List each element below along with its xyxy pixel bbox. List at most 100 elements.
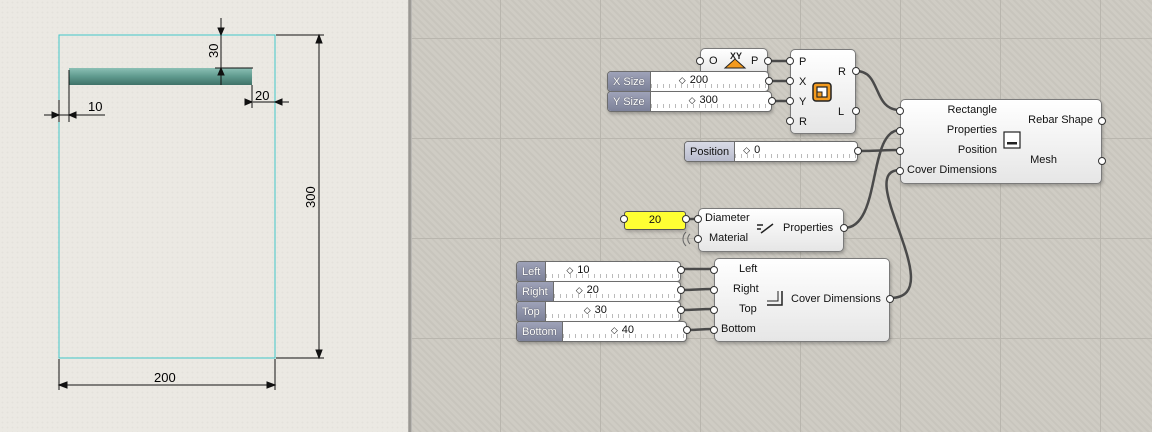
section-drawing: 30 10 20 300 200 (44, 18, 324, 390)
material-wire-stub-icon (682, 231, 687, 247)
x-size-value: 200 (679, 74, 708, 86)
properties-icon (757, 223, 774, 234)
dim-width-label: 200 (154, 370, 176, 385)
x-size-label: X Size (608, 72, 651, 91)
right-output-port[interactable] (677, 286, 685, 294)
props-port-in-diameter[interactable] (694, 215, 702, 223)
point-output-port[interactable] (764, 57, 772, 65)
right-value: 20 (576, 284, 599, 296)
cover-port-in-top[interactable] (710, 306, 718, 314)
top-value: 30 (584, 304, 607, 316)
left-label: Left (517, 262, 547, 281)
grasshopper-canvas[interactable]: O XY P P X Y R R L X Size 200 Y Size 300 (412, 0, 1152, 432)
x-size-track[interactable]: 200 (650, 72, 768, 91)
right-slider[interactable]: Right 20 (516, 281, 681, 302)
props-title: Properties (783, 222, 834, 234)
rect-input-p: P (799, 56, 807, 68)
rebar-port-in-rectangle[interactable] (896, 107, 904, 115)
dim-left-label: 10 (88, 99, 102, 114)
y-size-value: 300 (689, 94, 718, 106)
rebar-output-shape: Rebar Shape (1028, 114, 1093, 126)
cover-input-right: Right (733, 283, 759, 295)
point-input-label: O (709, 55, 718, 67)
y-size-label: Y Size (608, 92, 651, 111)
right-track[interactable]: 20 (553, 282, 680, 301)
cover-input-bottom: Bottom (721, 323, 756, 335)
props-port-in-material[interactable] (694, 235, 702, 243)
rectangle-component[interactable]: P X Y R R L (790, 49, 856, 134)
right-label: Right (517, 282, 554, 301)
y-size-track[interactable]: 300 (650, 92, 771, 111)
bottom-track[interactable]: 40 (562, 322, 686, 341)
wire-rect-rebar (855, 69, 901, 112)
rebar-port-in-properties[interactable] (896, 127, 904, 135)
bottom-label: Bottom (517, 322, 563, 341)
wire-position-rebar (857, 148, 901, 153)
left-value: 10 (566, 264, 589, 276)
position-label: Position (685, 142, 736, 161)
rebar-shape-component[interactable]: Rectangle Properties Position Cover Dime… (900, 99, 1102, 184)
rect-input-x: X (799, 76, 807, 88)
x-size-slider[interactable]: X Size 200 (607, 71, 769, 92)
rebar-output-mesh: Mesh (1030, 154, 1057, 166)
dim-right-label: 20 (255, 88, 269, 103)
rebar-input-properties: Properties (946, 124, 997, 136)
cover-dimensions-icon (767, 291, 783, 306)
panel-output-port[interactable] (682, 215, 690, 223)
position-slider[interactable]: Position 0 (684, 141, 858, 162)
dim-top-label: 30 (206, 44, 221, 58)
cover-port-in-right[interactable] (710, 286, 718, 294)
bottom-value: 40 (611, 324, 634, 336)
point-output-label: P (751, 55, 759, 67)
rect-output-l: L (838, 106, 845, 118)
rebar-shape-icon (1003, 131, 1021, 149)
position-value: 0 (743, 144, 760, 156)
rect-input-r: R (799, 116, 807, 128)
rhino-viewport[interactable]: 30 10 20 300 200 (0, 0, 408, 432)
point-input-port[interactable] (696, 57, 704, 65)
top-track[interactable]: 30 (545, 302, 680, 321)
y-size-output-port[interactable] (768, 97, 776, 105)
bottom-output-port[interactable] (683, 326, 691, 334)
rect-port-in-y[interactable] (786, 97, 794, 105)
rectangle-icon (812, 82, 832, 102)
rebar-input-cover-dimensions: Cover Dimensions (907, 164, 997, 176)
position-output-port[interactable] (854, 147, 862, 155)
rebar-port-out-shape[interactable] (1098, 117, 1106, 125)
left-output-port[interactable] (677, 266, 685, 274)
point-xy-icon: XY (723, 51, 747, 69)
top-output-port[interactable] (677, 306, 685, 314)
position-track[interactable]: 0 (735, 142, 857, 161)
props-port-out[interactable] (840, 224, 848, 232)
rebar-port-out-mesh[interactable] (1098, 157, 1106, 165)
cover-port-in-left[interactable] (710, 266, 718, 274)
rect-port-in-p[interactable] (786, 57, 794, 65)
cover-port-out[interactable] (886, 295, 894, 303)
cover-input-left: Left (739, 263, 758, 275)
cover-input-top: Top (739, 303, 757, 315)
cover-title: Cover Dimensions (791, 293, 881, 305)
rebar-port-in-position[interactable] (896, 147, 904, 155)
props-input-diameter: Diameter (705, 212, 750, 224)
diameter-panel[interactable]: 20 (624, 211, 686, 230)
rect-port-in-x[interactable] (786, 77, 794, 85)
rect-port-out-l[interactable] (852, 107, 860, 115)
top-label: Top (517, 302, 546, 321)
left-slider[interactable]: Left 10 (516, 261, 681, 282)
left-track[interactable]: 10 (546, 262, 680, 281)
cover-dimensions-component[interactable]: Left Right Top Bottom Cover Dimensions (714, 258, 890, 342)
rebar-port-in-cover[interactable] (896, 167, 904, 175)
y-size-slider[interactable]: Y Size 300 (607, 91, 772, 112)
x-size-output-port[interactable] (765, 77, 773, 85)
top-slider[interactable]: Top 30 (516, 301, 681, 322)
props-input-material: Material (709, 232, 749, 244)
dim-height-label: 300 (303, 186, 318, 208)
cover-port-in-bottom[interactable] (710, 326, 718, 334)
properties-component[interactable]: Diameter Material Properties (698, 208, 844, 252)
rect-port-in-r[interactable] (786, 117, 794, 125)
panel-input-port[interactable] (620, 215, 628, 223)
rect-output-r: R (838, 66, 846, 78)
svg-text:XY: XY (730, 51, 742, 61)
rect-port-out-r[interactable] (852, 67, 860, 75)
bottom-slider[interactable]: Bottom 40 (516, 321, 687, 342)
